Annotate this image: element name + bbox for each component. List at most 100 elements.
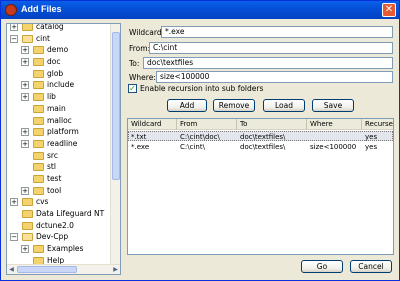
wildcard-label: Wildcard: [129,28,165,37]
wildcard-table[interactable]: Wildcard From To Where Recurse *.txt C:\… [127,118,394,255]
open-folder-icon [22,34,33,43]
tree-item[interactable]: − Dev-Cpp [7,231,111,243]
tree-item[interactable]: src [7,150,111,162]
tree-item[interactable]: test [7,173,111,185]
expand-icon[interactable]: + [21,93,29,102]
column-divider[interactable] [306,119,307,130]
tree-item-label: doc [47,57,61,67]
collapse-icon[interactable]: − [10,233,18,242]
add-button[interactable]: Add [167,99,207,112]
column-header-where[interactable]: Where [310,120,333,128]
table-row[interactable]: *.txt C:\cint\doc\ doc\textfiles\ yes [128,131,393,141]
tree-item-label: lib [47,92,56,102]
cell-wildcard: *.exe [131,143,150,151]
tree-vertical-scrollbar[interactable] [110,24,120,265]
folder-icon [33,174,44,183]
tree-item-label: malloc [47,115,72,125]
tree-horizontal-scroll-thumb[interactable] [17,266,77,273]
column-header-to[interactable]: To [240,120,247,128]
expand-icon[interactable]: + [21,139,29,148]
tree-item-label: tool [47,185,62,195]
cell-from: C:\cint\ [180,143,205,151]
tree-item-label: stl [47,162,56,172]
collapse-icon[interactable]: − [10,34,18,43]
tree-item[interactable]: dctune2.0 [7,220,111,232]
folder-icon [33,151,44,160]
tree-item[interactable]: + platform [7,126,111,138]
expand-icon[interactable]: + [21,128,29,137]
tree-item[interactable]: + demo [7,44,111,56]
tree-item[interactable]: main [7,103,111,115]
to-input[interactable]: doc\textfiles [143,57,393,69]
open-folder-icon [22,233,33,242]
close-button[interactable]: ✕ [382,3,396,17]
cancel-button[interactable]: Cancel [350,260,392,273]
recursion-label: Enable recursion into sub folders [140,84,264,93]
app-icon [5,4,17,16]
tree-vertical-scroll-thumb[interactable] [112,32,120,180]
panel-splitter[interactable] [122,23,126,275]
load-button[interactable]: Load [263,99,305,112]
where-input[interactable]: size<100000 [156,71,393,83]
column-divider[interactable] [176,119,177,130]
wildcard-input[interactable]: *.exe [161,26,393,38]
folder-icon [33,128,44,137]
scroll-right-arrow-icon[interactable]: ▶ [111,265,120,274]
folder-icon [33,139,44,148]
expand-icon[interactable]: + [21,186,29,195]
expand-icon[interactable]: + [10,198,18,207]
tree-item[interactable]: stl [7,161,111,173]
scroll-left-arrow-icon[interactable]: ◀ [7,265,16,274]
folder-tree-rows: + catalog − cint + demo + doc glob + include + lib ma… [7,24,111,274]
tree-item[interactable]: + include [7,79,111,91]
tree-item-label: demo [47,45,69,55]
folder-icon [33,186,44,195]
column-header-recurse[interactable]: Recurse [365,120,393,128]
tree-item[interactable]: − cint [7,33,111,45]
expand-icon[interactable]: + [21,58,29,67]
column-divider[interactable] [361,119,362,130]
tree-item-label: Dev-Cpp [36,232,69,242]
tree-item-label: platform [47,127,79,137]
tree-item[interactable]: + tool [7,185,111,197]
column-header-from[interactable]: From [180,120,197,128]
window-title: Add Files [21,4,62,14]
expand-icon[interactable]: + [10,24,18,31]
expand-icon[interactable]: + [21,81,29,90]
title-bar: Add Files ✕ [1,1,399,19]
tree-item[interactable]: + doc [7,56,111,68]
tree-item[interactable]: + cvs [7,196,111,208]
tree-item[interactable]: + Examples [7,243,111,255]
folder-tree[interactable]: + catalog − cint + demo + doc glob + include + lib ma… [6,23,121,275]
add-files-dialog: Add Files ✕ + catalog − cint + demo + doc glob + i… [0,0,400,281]
go-button[interactable]: Go [301,260,343,273]
column-header-wildcard[interactable]: Wildcard [131,120,161,128]
tree-horizontal-scrollbar[interactable]: ◀ ▶ [7,264,120,274]
folder-icon [22,198,33,207]
expand-icon[interactable]: + [21,245,29,254]
folder-icon [33,245,44,254]
folder-icon [33,69,44,78]
tree-item[interactable]: Data Lifeguard NT [7,208,111,220]
cell-to: doc\textfiles\ [240,143,286,151]
tree-item-label: Data Lifeguard NT [36,209,105,218]
from-input[interactable]: C:\cint [149,42,393,54]
column-divider[interactable] [236,119,237,130]
recursion-checkbox[interactable]: ✓ [128,84,137,93]
save-button[interactable]: Save [312,99,354,112]
tree-item-label: Examples [47,244,84,254]
tree-item[interactable]: + catalog [7,24,111,33]
table-header: Wildcard From To Where Recurse [128,119,393,130]
tree-item-label: cvs [36,197,49,207]
tree-item[interactable]: + readline [7,138,111,150]
table-row[interactable]: *.exe C:\cint\ doc\textfiles\ size<10000… [128,142,393,152]
remove-button[interactable]: Remove [213,99,255,112]
tree-item[interactable]: + lib [7,91,111,103]
tree-item-label: cint [36,33,50,43]
from-label: From: [129,44,151,53]
tree-item-label: main [47,103,66,113]
expand-icon[interactable]: + [21,46,29,55]
tree-item[interactable]: glob [7,68,111,80]
tree-item[interactable]: malloc [7,115,111,127]
cell-from: C:\cint\doc\ [180,133,220,141]
